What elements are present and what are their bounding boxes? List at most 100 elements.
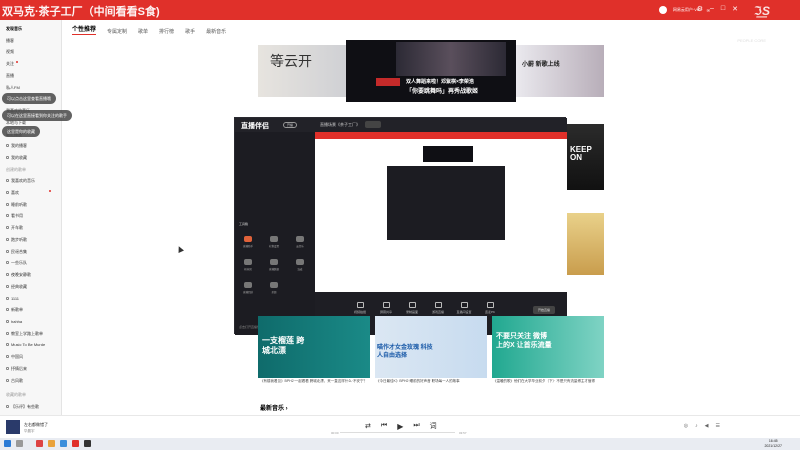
card-caption[interactable]: 《今日最佳K》BPH2·睡前的好声音 职场每一人的故事 bbox=[376, 379, 486, 384]
music-app-icon[interactable] bbox=[72, 440, 79, 447]
song-artist[interactable]: 华晨宇 bbox=[24, 429, 35, 434]
search-icon[interactable] bbox=[16, 440, 23, 447]
sidebar-item-label: 教室上学路上歌单 bbox=[11, 331, 43, 336]
previous-icon[interactable]: ⏮ bbox=[381, 422, 387, 430]
live-app-icon[interactable] bbox=[84, 440, 91, 447]
sidebar-item-discover[interactable]: 发现音乐 bbox=[6, 26, 22, 32]
game-live-button[interactable]: 游戏直播 bbox=[427, 302, 449, 314]
sidebar-playlist[interactable]: 中国风 bbox=[6, 354, 23, 360]
sidebar-item-my-podcast[interactable]: 我的播客 bbox=[6, 143, 27, 149]
mv-card[interactable]: 喵作才女金玫瑰 科技人自由选择 bbox=[375, 316, 487, 378]
sidebar-playlist[interactable]: 跑步听歌 bbox=[6, 237, 27, 243]
sidebar-playlist[interactable]: 【乐评】有些歌 bbox=[6, 404, 39, 410]
playlist-icon[interactable]: ☰ bbox=[716, 423, 720, 429]
scene-switch-button[interactable] bbox=[365, 121, 381, 128]
go-live-button[interactable]: 开始直播 bbox=[533, 306, 555, 314]
onboarding-tooltip[interactable]: 可以点击这里查看直播哦 bbox=[2, 93, 56, 104]
effects-icon[interactable]: ♪ bbox=[695, 423, 698, 429]
card-caption[interactable]: 《温暖的歌》他们在大学毕业前夕（下）· 不是只有流量博主才值得 bbox=[493, 379, 603, 384]
onboarding-tooltip[interactable]: 可以在这里直接看到你关注的歌手 bbox=[2, 110, 72, 121]
pk-button[interactable]: 连麦PK bbox=[479, 302, 501, 314]
avatar[interactable] bbox=[658, 6, 667, 14]
screen-share-button[interactable]: 屏幕共享 bbox=[375, 302, 397, 314]
banner-slide-right[interactable]: 小蔚 新歌上线 bbox=[516, 45, 604, 97]
tab-charts[interactable]: 排行榜 bbox=[159, 28, 174, 35]
banner-slide-center[interactable]: 双人舞蹈来啦！邓紫棋×李荣浩 「你要跳舞吗」再秀战歌姬 bbox=[346, 40, 516, 102]
tab-playlists[interactable]: 歌单 bbox=[138, 28, 148, 35]
banner-center-title: 双人舞蹈来啦！邓紫棋×李荣浩 bbox=[406, 79, 474, 85]
tab-new-music[interactable]: 最新音乐 bbox=[206, 28, 226, 35]
room-settings-button[interactable]: 直播间设置 bbox=[453, 302, 475, 314]
tool-tile[interactable]: 连麦 bbox=[291, 259, 309, 273]
sidebar-playlist[interactable]: 睡前听歌 bbox=[6, 202, 27, 208]
album-cover[interactable] bbox=[6, 420, 20, 434]
sidebar-playlist[interactable]: 一些乐队 bbox=[6, 260, 27, 266]
sidebar-item-podcast[interactable]: 播客 bbox=[6, 38, 14, 44]
sidebar-item-fm[interactable]: 私人FM bbox=[6, 85, 20, 91]
playlist-card[interactable] bbox=[566, 213, 604, 275]
embedded-live-badge[interactable]: 开播 bbox=[283, 122, 297, 128]
tool-label: 直播助手 bbox=[242, 245, 253, 248]
banner-carousel[interactable]: 等云开 双人舞蹈来啦！邓紫棋×李荣浩 「你要跳舞吗」再秀战歌姬 小蔚 新歌上线 bbox=[258, 40, 604, 102]
sidebar-playlist[interactable]: 开车歌 bbox=[6, 225, 23, 231]
tab-recommend[interactable]: 个性推荐 bbox=[72, 24, 97, 35]
sidebar-playlist[interactable]: 抒情后来 bbox=[6, 366, 27, 372]
sidebar-playlist[interactable]: 教室上学路上歌单 bbox=[6, 331, 43, 337]
mv-card[interactable]: 一支榴莲 跨城北漂 bbox=[258, 316, 370, 378]
sidebar-playlist[interactable]: 新歌单 bbox=[6, 307, 23, 313]
playlist-card[interactable]: KEEP ON bbox=[566, 124, 604, 190]
sidebar-item-live[interactable]: 直播 bbox=[6, 73, 14, 79]
sidebar-item-collection[interactable]: 我的收藏 bbox=[6, 155, 27, 161]
video-shoot-button[interactable]: 视频拍摄 bbox=[349, 302, 371, 314]
sidebar-playlist[interactable]: hahha bbox=[6, 319, 22, 324]
song-title[interactable]: 左右都做错了 bbox=[24, 422, 48, 428]
section-title-new-music[interactable]: 最新音乐 › bbox=[260, 403, 288, 412]
tab-custom[interactable]: 专属定制 bbox=[107, 28, 127, 35]
sidebar-item-follow[interactable]: 关注 bbox=[6, 61, 18, 67]
shuffle-icon[interactable]: ⇄ bbox=[365, 422, 371, 430]
sidebar-playlist[interactable]: 民谣合集 bbox=[6, 249, 27, 255]
banner-slide-left[interactable]: 等云开 bbox=[258, 45, 348, 97]
sidebar-playlist[interactable]: 看书用 bbox=[6, 213, 23, 219]
play-icon[interactable]: ▶ bbox=[397, 422, 403, 431]
settings-icon[interactable]: ⚙ bbox=[697, 5, 703, 13]
tool-tile[interactable]: 云音乐 bbox=[291, 236, 309, 250]
embedded-streaming-app[interactable]: 直播伴侣 开播 直播场景《茶子工厂》 工具箱 直播助手 礼物设置 云音乐 粉丝团… bbox=[234, 117, 567, 335]
lyrics-icon[interactable]: 词 bbox=[430, 421, 437, 431]
sidebar-playlist[interactable]: Music To Be Murde bbox=[6, 342, 45, 347]
volume-icon[interactable]: ◀ bbox=[705, 423, 709, 429]
banner-right-title: 小蔚 新歌上线 bbox=[522, 62, 560, 68]
tool-tile[interactable]: 粉丝团 bbox=[239, 259, 257, 273]
sidebar-playlist[interactable]: 1111 bbox=[6, 296, 19, 301]
minimize-icon[interactable]: – bbox=[710, 5, 714, 13]
next-icon[interactable]: ⏭ bbox=[413, 422, 419, 430]
tool-tile[interactable]: 直播助手 bbox=[239, 236, 257, 250]
card-caption[interactable]: 《有楼我看见》BPH2·一起看看 跨城北漂，来一直这样什么·不安宁？ bbox=[260, 379, 370, 384]
sidebar-item-video[interactable]: 视频 bbox=[6, 49, 14, 55]
browser-icon[interactable] bbox=[60, 440, 67, 447]
system-clock[interactable]: 16:45 2021/12/27 bbox=[764, 439, 782, 448]
app-icon[interactable] bbox=[36, 440, 43, 447]
tool-tile[interactable]: 直播回放 bbox=[239, 282, 257, 296]
sidebar-section-collected[interactable]: 收藏的歌单 bbox=[6, 392, 26, 398]
onboarding-tooltip[interactable]: 这里是你的收藏 bbox=[2, 126, 40, 137]
sidebar-playlist[interactable]: 夜晚安静歌 bbox=[6, 272, 31, 278]
record-button[interactable]: 录制画面 bbox=[401, 302, 423, 314]
tab-artists[interactable]: 歌手 bbox=[185, 28, 195, 35]
sidebar-playlist[interactable]: 我喜欢的音乐 bbox=[6, 178, 35, 184]
quality-icon[interactable]: ◎ bbox=[684, 423, 688, 429]
sidebar-playlist[interactable]: 经典收藏 bbox=[6, 284, 27, 290]
playlist-icon bbox=[6, 367, 9, 371]
mv-card[interactable]: 不要只关注 微博上的X 让首乐流量 bbox=[492, 316, 604, 378]
progress-bar[interactable] bbox=[340, 432, 455, 433]
sidebar-playlist[interactable]: 古风歌 bbox=[6, 378, 23, 384]
tool-tile[interactable]: 美颜 bbox=[265, 282, 283, 296]
folder-icon[interactable] bbox=[48, 440, 55, 447]
close-icon[interactable]: ✕ bbox=[732, 5, 738, 13]
tool-tile[interactable]: 礼物设置 bbox=[265, 236, 283, 250]
tool-tile[interactable]: 直播数据 bbox=[265, 259, 283, 273]
start-icon[interactable] bbox=[4, 440, 11, 447]
sidebar-section-created[interactable]: 创建的歌单 bbox=[6, 167, 26, 173]
maximize-icon[interactable]: □ bbox=[721, 5, 725, 13]
sidebar-playlist[interactable]: 喜欢 bbox=[6, 190, 51, 196]
